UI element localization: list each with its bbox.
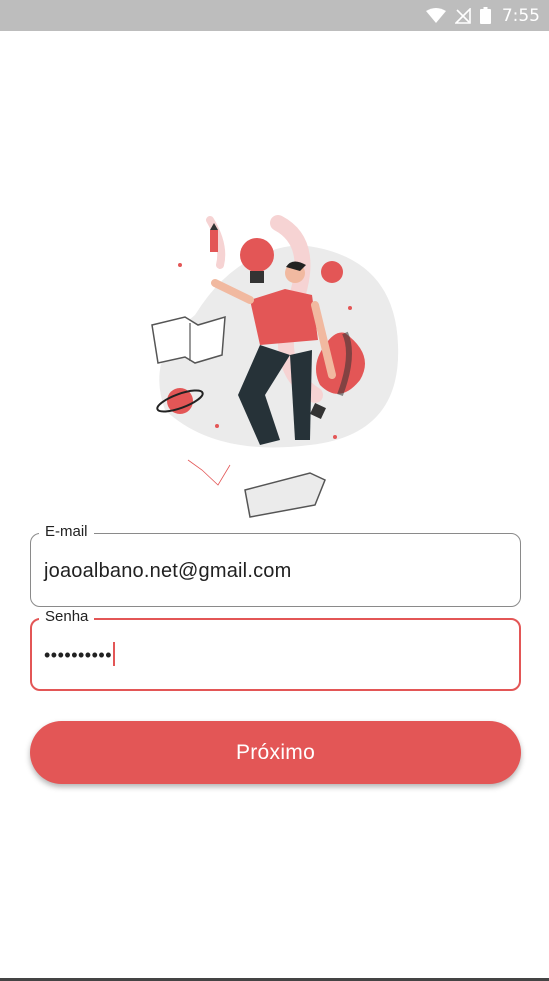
battery-icon xyxy=(479,7,491,24)
password-mask: •••••••••• xyxy=(44,645,113,665)
email-label: E-mail xyxy=(39,523,94,541)
email-input[interactable]: joaoalbano.net@gmail.com xyxy=(44,558,291,584)
status-bar: 7:55 xyxy=(0,0,549,31)
text-cursor xyxy=(113,642,116,667)
status-time: 7:55 xyxy=(501,5,540,26)
next-button[interactable]: Próximo xyxy=(30,721,521,784)
person-floating-with-ideas-illustration xyxy=(151,215,399,518)
password-label: Senha xyxy=(39,608,95,626)
email-field[interactable]: E-mail joaoalbano.net@gmail.com xyxy=(30,523,521,607)
no-signal-icon xyxy=(454,7,471,24)
status-icons: 7:55 xyxy=(425,0,540,31)
password-field[interactable]: Senha •••••••••• xyxy=(30,608,521,691)
password-input[interactable]: •••••••••• xyxy=(44,642,116,668)
wifi-icon xyxy=(425,7,446,23)
